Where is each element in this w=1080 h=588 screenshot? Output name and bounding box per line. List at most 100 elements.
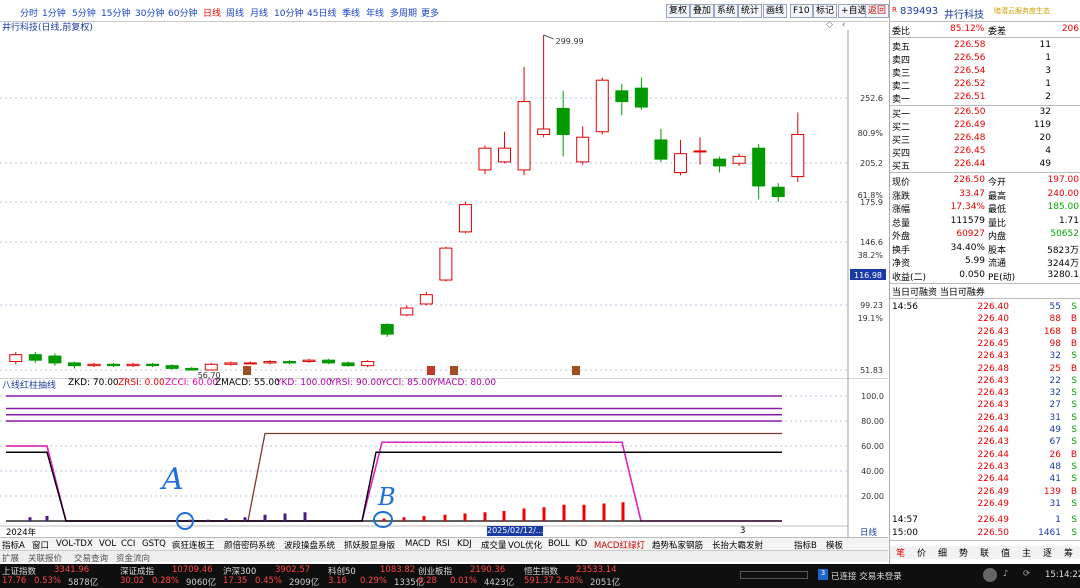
system-button[interactable]: 系统 — [714, 4, 739, 18]
event-marker-icon[interactable] — [427, 366, 435, 375]
period-tab[interactable]: 15分钟 — [101, 6, 130, 19]
period-tab[interactable]: 月线 — [250, 6, 268, 19]
index-value: 23533.14 — [576, 565, 617, 575]
date-end-label: 3 — [740, 526, 746, 536]
candle — [498, 131, 512, 164]
period-tab[interactable]: 季线 — [342, 6, 360, 19]
function-tab[interactable]: 交易查询 — [74, 552, 108, 564]
indicator-tab[interactable]: MACD — [405, 539, 430, 549]
indicator-tab[interactable]: 指标B — [794, 539, 817, 550]
candle-body — [263, 361, 277, 364]
detail-tab[interactable]: 值 — [1001, 546, 1010, 559]
indicator-tab[interactable]: 颜倍密码系统 — [224, 539, 275, 550]
detail-tab[interactable]: 势 — [959, 546, 968, 559]
indicator-name[interactable]: 八线红柱抽线 — [2, 378, 56, 391]
back-button[interactable]: 返回 — [865, 4, 890, 18]
overlay-button[interactable]: 叠加 — [690, 4, 715, 18]
fuquan-button[interactable]: 复权 — [666, 4, 691, 18]
tick-direction: S — [1071, 388, 1077, 399]
refresh-icon[interactable]: ⟳ — [1023, 569, 1030, 579]
mark-button[interactable]: 标记 — [813, 4, 838, 18]
indicator-tab[interactable]: 趋势私家钢筋 — [652, 539, 703, 550]
indicator-tab[interactable]: 窗口 — [32, 539, 49, 550]
function-tab[interactable]: 扩展 — [2, 552, 19, 564]
indicator-chart[interactable]: 100.0 80.00 60.00 40.00 20.00 — [0, 378, 888, 537]
event-marker-icon[interactable] — [243, 366, 251, 375]
period-tab[interactable]: 10分钟 — [274, 6, 303, 19]
candle-body — [419, 294, 433, 305]
tick-direction: S — [1071, 400, 1077, 411]
user-icon[interactable] — [983, 568, 997, 582]
indicator-tab[interactable]: CCI — [121, 539, 135, 549]
candle — [9, 351, 23, 365]
indicator-tab[interactable]: VOL优化 — [508, 539, 542, 550]
indicator-tab[interactable]: VOL — [99, 539, 116, 549]
stats-button[interactable]: 统计 — [738, 4, 763, 18]
indicator-tab[interactable]: 抓妖股显身版 — [344, 539, 395, 550]
detail-tab[interactable]: 筹 — [1064, 546, 1073, 559]
period-tab[interactable]: 1分钟 — [42, 6, 66, 19]
period-tab[interactable]: 5分钟 — [72, 6, 96, 19]
event-marker-icon[interactable] — [450, 366, 458, 375]
period-tab[interactable]: 更多 — [421, 6, 439, 19]
period-tab[interactable]: 60分钟 — [168, 6, 197, 19]
indicator-tab[interactable]: VOL-TDX — [56, 539, 93, 549]
tick-direction: S — [1071, 527, 1077, 538]
indicator-tab[interactable]: KD — [575, 539, 587, 549]
index-pct: 0.28% — [152, 576, 180, 586]
function-tab[interactable]: 关联报价 — [28, 552, 62, 564]
candle — [302, 358, 316, 363]
index-pct: 0.45% — [255, 576, 283, 586]
stat-value: 0.050 — [959, 269, 985, 280]
period-tab[interactable]: 分时 — [20, 6, 38, 19]
candle-body — [458, 204, 472, 233]
kline-chart[interactable]: 252.6205.2175.9146.699.2351.8380.9%61.8%… — [0, 30, 888, 378]
indicator-tab[interactable]: KDJ — [457, 539, 472, 549]
indicator-y-tick: 80.00 — [861, 417, 884, 426]
tick-volume: 41 — [1049, 474, 1061, 485]
detail-tab[interactable]: 联 — [980, 546, 989, 559]
period-tab[interactable]: 年线 — [366, 6, 384, 19]
f10-button[interactable]: F10 — [790, 4, 813, 18]
function-tab[interactable]: 资金流向 — [116, 552, 150, 564]
indicator-tab[interactable]: RSI — [436, 539, 450, 549]
detail-tab[interactable]: 细 — [938, 546, 947, 559]
indicator-tab[interactable]: 波段操盘系统 — [284, 539, 335, 550]
connection-status[interactable]: 已连接 交易未登录 — [831, 570, 902, 582]
chart-options-icon[interactable]: ◇ — [826, 20, 833, 30]
tick-direction: S — [1071, 302, 1077, 312]
indicator-tab[interactable]: 疯狂连板王 — [172, 539, 215, 550]
indicator-tab[interactable]: 长抬大霸发射 — [712, 539, 763, 550]
detail-tab[interactable]: 笔 — [896, 546, 905, 559]
bell-icon[interactable]: ♪ — [1003, 569, 1008, 579]
indicator-tab[interactable]: BOLL — [548, 539, 570, 549]
chart-collapse-icon[interactable]: ‹ — [842, 20, 846, 30]
indicator-tab[interactable]: GSTQ — [142, 539, 166, 549]
indicator-y-tick: 40.00 — [861, 467, 884, 476]
draw-button[interactable]: 画线 — [763, 4, 788, 18]
param-zrsi: ZRSI: 0.00 — [118, 378, 165, 388]
param-ycci: YCCI: 85.00 — [381, 378, 433, 388]
tick-row: 226.43 67 S — [890, 437, 1080, 450]
period-tab[interactable]: 周线 — [226, 6, 244, 19]
index-amount: 5878亿 — [68, 578, 99, 588]
event-marker-icon[interactable] — [572, 366, 580, 375]
candle-body — [498, 147, 512, 163]
detail-tab[interactable]: 价 — [917, 546, 926, 559]
candle — [595, 77, 609, 135]
detail-tab[interactable]: 主 — [1022, 546, 1031, 559]
indicator-tab[interactable]: 模板 — [826, 539, 843, 550]
tick-price: 226.50 — [977, 527, 1010, 538]
indicator-y-tick: 20.00 — [861, 492, 884, 501]
period-tab[interactable]: 多周期 — [390, 6, 417, 19]
tick-volume: 55 — [1049, 302, 1061, 312]
period-tab[interactable]: 45日线 — [307, 6, 336, 19]
candle-body — [615, 90, 629, 103]
indicator-tab-selected[interactable]: MACD红绿灯 — [594, 539, 645, 550]
indicator-tab[interactable]: 指标A — [2, 539, 25, 550]
detail-tab[interactable]: 逐 — [1043, 546, 1052, 559]
indicator-tab[interactable]: 成交量 — [481, 539, 507, 550]
candle-body — [224, 362, 238, 365]
period-tab[interactable]: 30分钟 — [135, 6, 164, 19]
period-tab-active[interactable]: 日线 — [203, 6, 221, 19]
